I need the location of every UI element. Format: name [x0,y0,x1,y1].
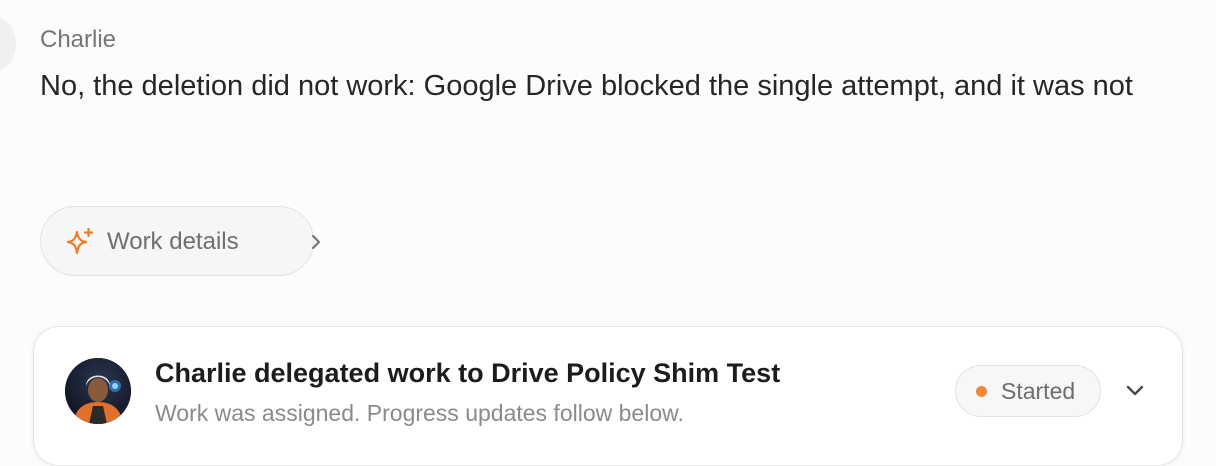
card-subtitle: Work was assigned. Progress updates foll… [155,400,684,426]
sparkle-icon [66,227,94,255]
message-sender-name: Charlie [40,26,117,53]
chevron-down-icon[interactable] [1121,377,1149,405]
card-title: Charlie delegated work to Drive Policy S… [155,358,781,388]
previous-avatar-edge [0,14,16,74]
agent-avatar [65,358,131,424]
message-text: No, the deletion did not work: Google Dr… [40,70,1133,102]
work-details-label: Work details [107,228,239,255]
work-details-button[interactable]: Work details [40,206,320,276]
status-badge: Started [955,365,1101,417]
status-label: Started [1001,378,1076,404]
status-dot [976,386,987,397]
delegation-card: Charlie delegated work to Drive Policy S… [33,326,1183,466]
chevron-right-icon [312,235,320,249]
